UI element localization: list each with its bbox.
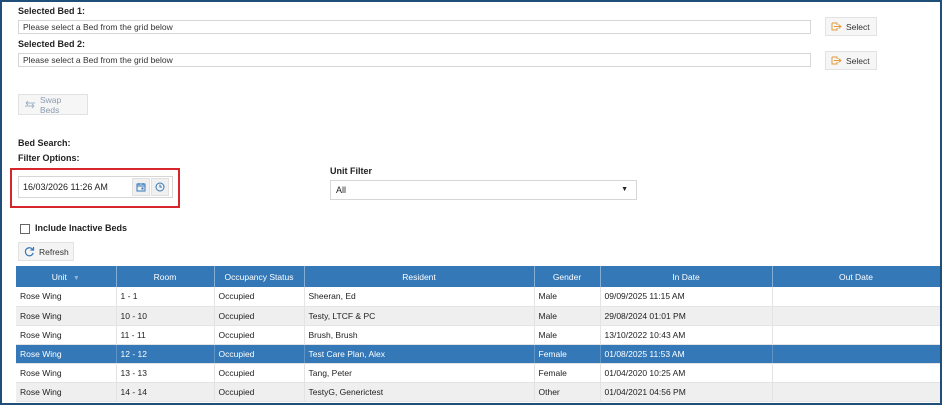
cell-room: 10 - 10: [116, 306, 215, 326]
select-bed2-label: Select: [846, 55, 870, 66]
table-row[interactable]: Rose Wing 1 - 1 Occupied Sheeran, Ed Mal…: [16, 287, 940, 307]
cell-out-date: [772, 344, 940, 364]
selected-bed1-label: Selected Bed 1:: [18, 6, 86, 16]
beds-grid: Unit ▼ Room Occupancy Status Resident Gen…: [16, 266, 940, 402]
cell-in-date: 29/08/2024 01:01 PM: [600, 306, 773, 326]
datetime-highlight-box: [10, 168, 180, 208]
column-header-occupancy-status[interactable]: Occupancy Status: [214, 266, 305, 287]
cell-gender: Male: [534, 287, 601, 307]
table-row[interactable]: Rose Wing 13 - 13 Occupied Tang, Peter F…: [16, 363, 940, 383]
table-row[interactable]: Rose Wing 11 - 11 Occupied Brush, Brush …: [16, 325, 940, 345]
cell-in-date: 13/10/2022 10:43 AM: [600, 325, 773, 345]
cell-status: Occupied: [214, 382, 305, 402]
column-header-room[interactable]: Room: [116, 266, 215, 287]
refresh-button[interactable]: Refresh: [18, 242, 74, 261]
unit-filter-value: All: [336, 185, 347, 195]
unit-filter-label: Unit Filter: [330, 166, 372, 176]
cell-room: 1 - 1: [116, 287, 215, 307]
cell-in-date: 01/04/2021 04:56 PM: [600, 382, 773, 402]
cell-status: Occupied: [214, 344, 305, 364]
cell-room: 14 - 14: [116, 382, 215, 402]
cell-status: Occupied: [214, 287, 305, 307]
bed-swap-panel: Selected Bed 1: Please select a Bed from…: [2, 2, 940, 403]
column-header-in-date[interactable]: In Date: [600, 266, 773, 287]
cell-status: Occupied: [214, 306, 305, 326]
cell-out-date: [772, 363, 940, 383]
refresh-label: Refresh: [39, 246, 69, 257]
column-header-gender[interactable]: Gender: [534, 266, 601, 287]
table-row[interactable]: Rose Wing 14 - 14 Occupied TestyG, Gener…: [16, 382, 940, 402]
bed-search-label: Bed Search:: [18, 138, 71, 148]
column-header-unit[interactable]: Unit ▼: [16, 266, 117, 287]
cell-room: 13 - 13: [116, 363, 215, 383]
cell-room: 12 - 12: [116, 344, 215, 364]
cell-out-date: [772, 325, 940, 345]
unit-filter-select[interactable]: All ▼: [330, 180, 637, 200]
cell-out-date: [772, 382, 940, 402]
table-row-selected[interactable]: Rose Wing 12 - 12 Occupied Test Care Pla…: [16, 344, 940, 364]
filter-options-label: Filter Options:: [18, 153, 80, 163]
cell-gender: Male: [534, 306, 601, 326]
cell-out-date: [772, 306, 940, 326]
refresh-icon: [24, 246, 35, 257]
select-bed2-button[interactable]: Select: [825, 51, 877, 70]
cell-resident: Sheeran, Ed: [304, 287, 535, 307]
cell-in-date: 09/09/2025 11:15 AM: [600, 287, 773, 307]
cell-resident: Testy, LTCF & PC: [304, 306, 535, 326]
cell-in-date: 01/04/2020 10:25 AM: [600, 363, 773, 383]
column-header-out-date[interactable]: Out Date: [772, 266, 940, 287]
selected-bed2-field[interactable]: Please select a Bed from the grid below: [18, 53, 811, 67]
cell-status: Occupied: [214, 363, 305, 383]
grid-header-row: Unit ▼ Room Occupancy Status Resident Gen…: [16, 266, 940, 287]
cell-resident: Brush, Brush: [304, 325, 535, 345]
dropdown-caret-icon: ▼: [621, 186, 628, 193]
select-bed1-label: Select: [846, 21, 870, 32]
selected-bed2-label: Selected Bed 2:: [18, 39, 86, 49]
cell-out-date: [772, 287, 940, 307]
cell-gender: Female: [534, 363, 601, 383]
selected-bed1-field[interactable]: Please select a Bed from the grid below: [18, 20, 811, 34]
sign-in-icon: [831, 56, 842, 65]
cell-unit: Rose Wing: [16, 344, 117, 364]
cell-unit: Rose Wing: [16, 325, 117, 345]
swap-beds-label: Swap Beds: [40, 94, 62, 115]
cell-gender: Female: [534, 344, 601, 364]
cell-resident: Test Care Plan, Alex: [304, 344, 535, 364]
cell-unit: Rose Wing: [16, 306, 117, 326]
cell-unit: Rose Wing: [16, 382, 117, 402]
include-inactive-label: Include Inactive Beds: [35, 223, 128, 233]
cell-room: 11 - 11: [116, 325, 215, 345]
sign-in-icon: [831, 22, 842, 31]
cell-gender: Other: [534, 382, 601, 402]
cell-in-date: 01/08/2025 11:53 AM: [600, 344, 773, 364]
cell-resident: TestyG, Generictest: [304, 382, 535, 402]
cell-gender: Male: [534, 325, 601, 345]
cell-unit: Rose Wing: [16, 287, 117, 307]
table-row[interactable]: Rose Wing 10 - 10 Occupied Testy, LTCF &…: [16, 306, 940, 326]
include-inactive-checkbox[interactable]: [20, 224, 30, 234]
sort-desc-icon: ▼: [72, 274, 80, 282]
cell-resident: Tang, Peter: [304, 363, 535, 383]
cell-status: Occupied: [214, 325, 305, 345]
cell-unit: Rose Wing: [16, 363, 117, 383]
swap-beds-button[interactable]: Swap Beds: [18, 94, 88, 115]
select-bed1-button[interactable]: Select: [825, 17, 877, 36]
swap-arrows-icon: [24, 100, 36, 109]
column-header-resident[interactable]: Resident: [304, 266, 535, 287]
